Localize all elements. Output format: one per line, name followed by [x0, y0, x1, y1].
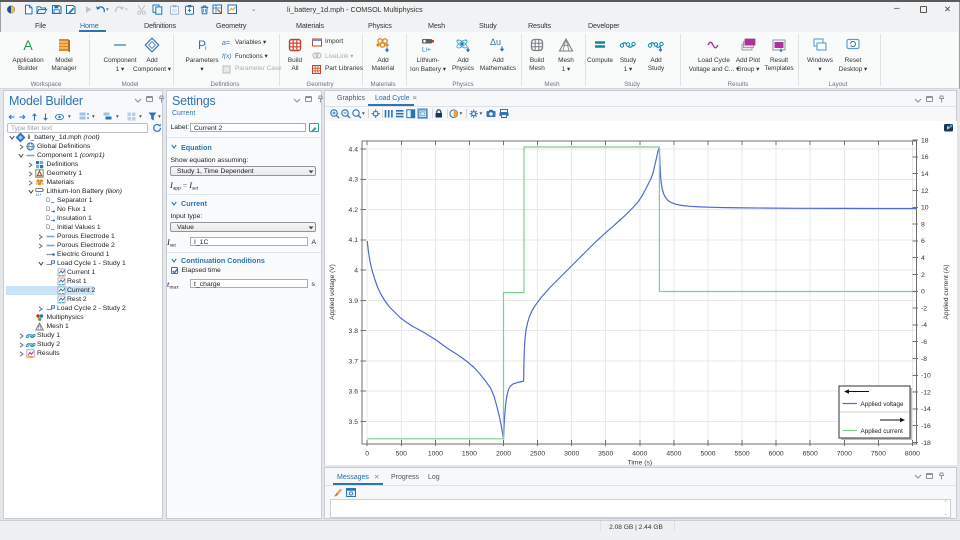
svg-text:3.5: 3.5 — [349, 419, 359, 426]
svg-text:0: 0 — [921, 289, 925, 296]
svg-text:4.4: 4.4 — [349, 147, 359, 154]
svg-text:3.6: 3.6 — [349, 389, 359, 396]
svg-text:Applied voltage: Applied voltage — [861, 401, 905, 408]
svg-text:Applied current (A): Applied current (A) — [943, 265, 950, 320]
svg-text:-4: -4 — [921, 322, 927, 329]
svg-text:6000: 6000 — [769, 451, 784, 458]
svg-text:3.7: 3.7 — [349, 358, 359, 365]
svg-text:4500: 4500 — [666, 451, 681, 458]
svg-text:4.2: 4.2 — [349, 207, 359, 214]
svg-text:7000: 7000 — [837, 451, 852, 458]
svg-text:8000: 8000 — [905, 451, 920, 458]
svg-text:1500: 1500 — [462, 451, 477, 458]
svg-text:10: 10 — [921, 205, 929, 212]
svg-text:3500: 3500 — [598, 451, 613, 458]
svg-text:6: 6 — [921, 238, 925, 245]
svg-text:14: 14 — [921, 171, 929, 178]
svg-text:3.8: 3.8 — [349, 328, 359, 335]
svg-text:18: 18 — [921, 137, 929, 144]
svg-text:4000: 4000 — [632, 451, 647, 458]
svg-text:4: 4 — [921, 255, 925, 262]
svg-text:6500: 6500 — [803, 451, 818, 458]
svg-text:1000: 1000 — [428, 451, 443, 458]
svg-text:-8: -8 — [921, 356, 927, 363]
svg-text:-16: -16 — [921, 423, 931, 430]
svg-text:4.3: 4.3 — [349, 177, 359, 184]
svg-text:-2: -2 — [921, 305, 927, 312]
svg-text:2: 2 — [921, 272, 925, 279]
svg-text:5000: 5000 — [700, 451, 715, 458]
svg-text:7500: 7500 — [871, 451, 886, 458]
svg-text:8: 8 — [921, 221, 925, 228]
svg-text:500: 500 — [396, 451, 408, 458]
svg-text:3000: 3000 — [564, 451, 579, 458]
svg-text:3.9: 3.9 — [349, 298, 359, 305]
svg-text:-14: -14 — [921, 406, 931, 413]
svg-text:0: 0 — [365, 451, 369, 458]
svg-text:4.1: 4.1 — [349, 237, 359, 244]
svg-text:Applied current: Applied current — [861, 428, 904, 435]
svg-text:-18: -18 — [921, 440, 931, 447]
svg-text:5500: 5500 — [735, 451, 750, 458]
svg-text:16: 16 — [921, 154, 929, 161]
svg-text:2000: 2000 — [496, 451, 511, 458]
svg-text:Time (s): Time (s) — [627, 460, 652, 467]
svg-text:Applied voltage (V): Applied voltage (V) — [329, 264, 336, 320]
svg-text:2500: 2500 — [530, 451, 545, 458]
svg-text:12: 12 — [921, 188, 929, 195]
svg-text:4: 4 — [354, 268, 358, 275]
svg-text:-10: -10 — [921, 373, 931, 380]
svg-text:-6: -6 — [921, 339, 927, 346]
svg-text:-12: -12 — [921, 389, 931, 396]
